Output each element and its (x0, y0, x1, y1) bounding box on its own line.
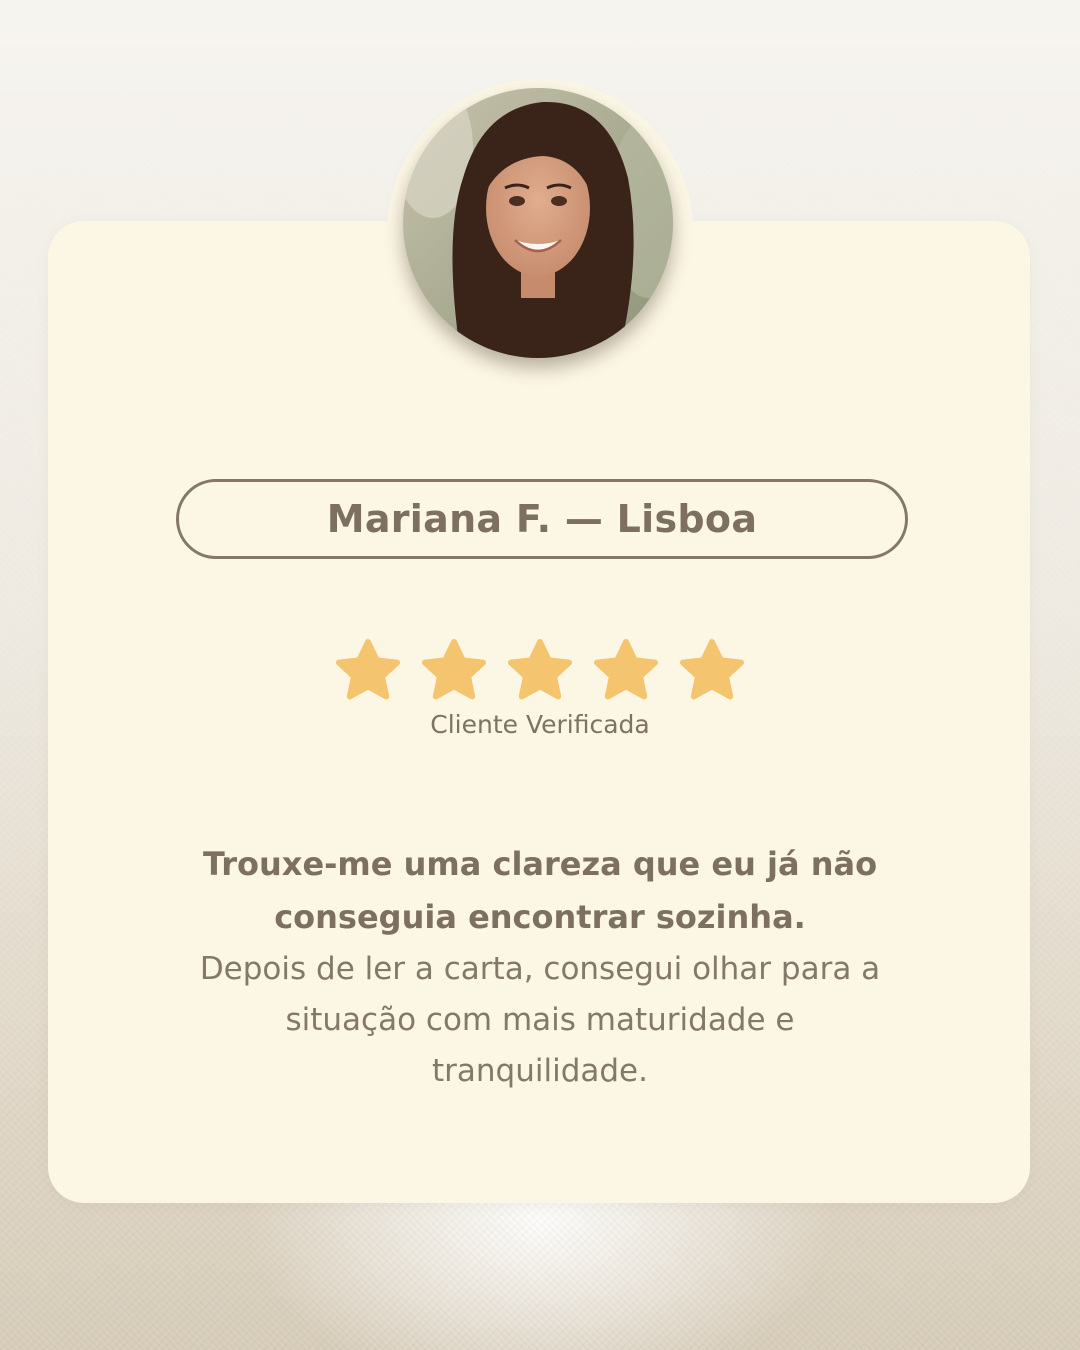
avatar (403, 88, 673, 358)
quote-highlight-line: conseguia encontrar sozinha. (274, 898, 806, 936)
customer-photo (403, 88, 673, 358)
verified-label: Cliente Verificada (430, 710, 650, 739)
star-icon (508, 639, 572, 700)
quote-body-line: situação com mais maturidade e (285, 1002, 795, 1038)
customer-name-location: Mariana F. — Lisboa (176, 479, 908, 559)
star-icon (336, 639, 400, 700)
star-rating (334, 638, 746, 704)
star-icon (680, 639, 744, 700)
quote-highlight-line: Trouxe-me uma clareza que eu já não (202, 845, 878, 883)
quote-body-line: Depois de ler a carta, consegui olhar pa… (199, 951, 881, 987)
star-icon (594, 639, 658, 700)
testimonial-quote: Trouxe-me uma clareza que eu já não cons… (100, 838, 980, 1097)
quote-body-line: tranquilidade. (432, 1053, 648, 1089)
star-icon (422, 639, 486, 700)
